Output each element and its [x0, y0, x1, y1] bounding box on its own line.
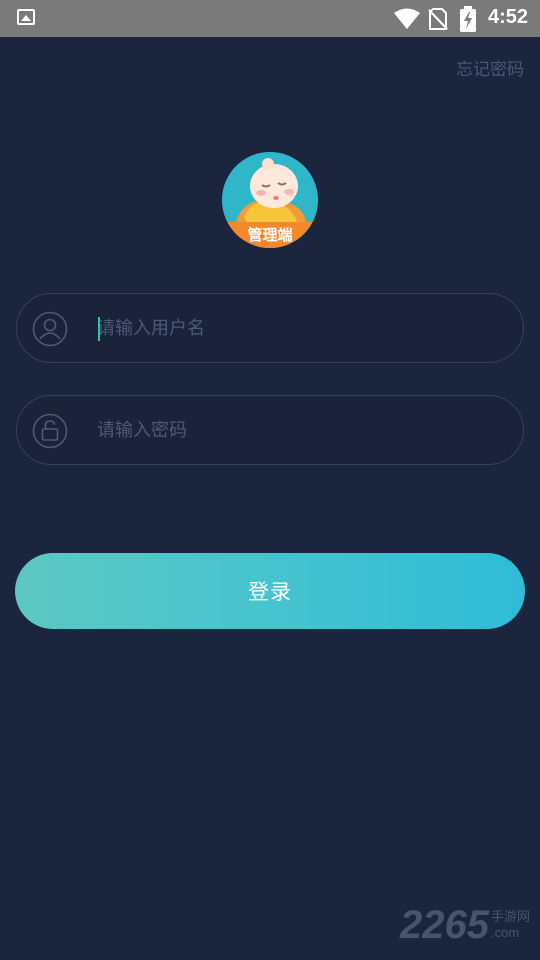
no-sim-icon [428, 8, 448, 30]
user-icon [32, 311, 68, 347]
lock-icon [32, 413, 68, 449]
username-input[interactable] [97, 294, 507, 362]
image-icon [17, 9, 35, 25]
logo-label: 管理端 [247, 226, 293, 244]
watermark-number: 2265 [400, 903, 489, 947]
battery-charging-icon [460, 6, 476, 32]
watermark: 2265 手游网 .com [400, 903, 530, 948]
status-bar: 4:52 [0, 0, 540, 37]
watermark-top: 手游网 [490, 909, 530, 924]
clock: 4:52 [487, 6, 528, 28]
watermark-text: 手游网 .com [491, 909, 530, 941]
password-input[interactable] [97, 396, 507, 464]
username-field[interactable] [16, 293, 524, 363]
password-field[interactable] [16, 395, 524, 465]
text-caret [98, 317, 100, 341]
watermark-bottom: .com [490, 925, 520, 940]
login-button[interactable]: 登录 [15, 553, 525, 629]
app-logo: 管理端 [222, 152, 318, 248]
wifi-icon [394, 8, 420, 29]
forgot-password-link[interactable]: 忘记密码 [456, 55, 524, 80]
